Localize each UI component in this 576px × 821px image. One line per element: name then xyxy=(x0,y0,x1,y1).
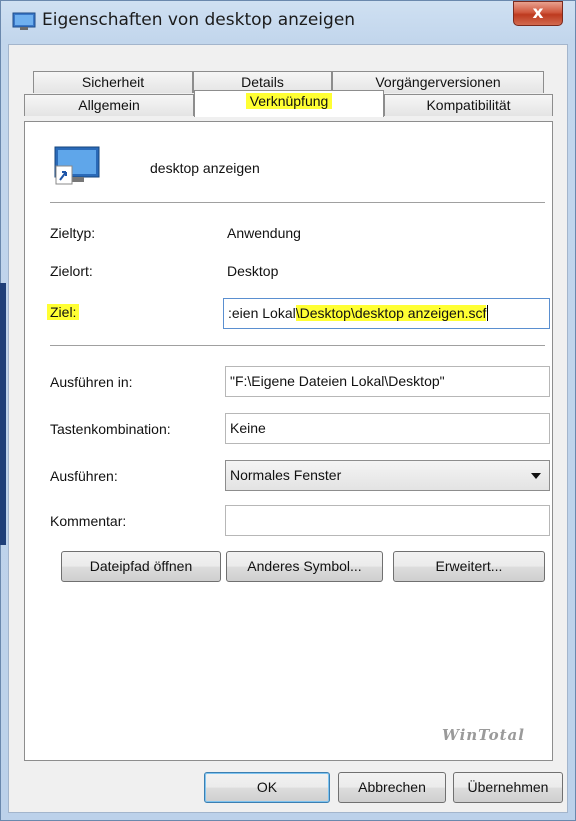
anderes-symbol-button[interactable]: Anderes Symbol... xyxy=(226,551,383,582)
ausfuehren-label: Ausführen: xyxy=(50,468,118,484)
separator xyxy=(50,345,545,346)
ziel-label: Ziel: xyxy=(47,304,80,320)
uebernehmen-button[interactable]: Übernehmen xyxy=(453,772,563,803)
window-icon xyxy=(12,12,36,32)
zieltyp-label: Zieltyp: xyxy=(50,225,96,241)
tab-kompatibilitaet[interactable]: Kompatibilität xyxy=(384,94,553,116)
abbrechen-button[interactable]: Abbrechen xyxy=(338,772,446,803)
ausfuehren-selected: Normales Fenster xyxy=(230,467,342,483)
ausfuehren-in-label: Ausführen in: xyxy=(50,374,133,390)
ok-button[interactable]: OK xyxy=(204,772,330,803)
tastenkombination-input[interactable]: Keine xyxy=(225,413,550,444)
ziel-value-highlight: \Desktop\desktop anzeigen.scf xyxy=(295,305,487,321)
close-button[interactable]: x xyxy=(513,1,563,26)
background-strip xyxy=(0,283,6,545)
tastenkombination-label: Tastenkombination: xyxy=(50,421,171,437)
text-cursor xyxy=(487,305,489,321)
dateipfad-oeffnen-button[interactable]: Dateipfad öffnen xyxy=(61,551,221,582)
ausfuehren-select[interactable]: Normales Fenster xyxy=(225,460,550,491)
watermark: WinTotal xyxy=(442,726,525,744)
tab-sicherheit[interactable]: Sicherheit xyxy=(33,71,193,93)
kommentar-label: Kommentar: xyxy=(50,513,127,529)
zielort-value: Desktop xyxy=(227,263,279,279)
chevron-down-icon xyxy=(531,473,541,479)
window-title: Eigenschaften von desktop anzeigen xyxy=(42,10,356,30)
zieltyp-value: Anwendung xyxy=(227,225,301,241)
ausfuehren-in-input[interactable]: "F:\Eigene Dateien Lokal\Desktop" xyxy=(225,366,550,397)
ziel-input[interactable]: :eien Lokal\Desktop\desktop anzeigen.scf xyxy=(223,298,550,329)
close-icon: x xyxy=(532,3,544,23)
shortcut-name: desktop anzeigen xyxy=(150,160,260,176)
tab-allgemein[interactable]: Allgemein xyxy=(24,94,194,116)
tab-verknuepfung[interactable]: Verknüpfung xyxy=(194,90,384,117)
kommentar-input[interactable] xyxy=(225,505,550,536)
zielort-label: Zielort: xyxy=(50,263,93,279)
tab-verknuepfung-label: Verknüpfung xyxy=(245,93,333,109)
erweitert-button[interactable]: Erweitert... xyxy=(393,551,545,582)
desktop-shortcut-icon xyxy=(54,146,100,189)
ziel-value-start: :eien Lokal xyxy=(228,305,296,321)
separator xyxy=(50,202,545,203)
